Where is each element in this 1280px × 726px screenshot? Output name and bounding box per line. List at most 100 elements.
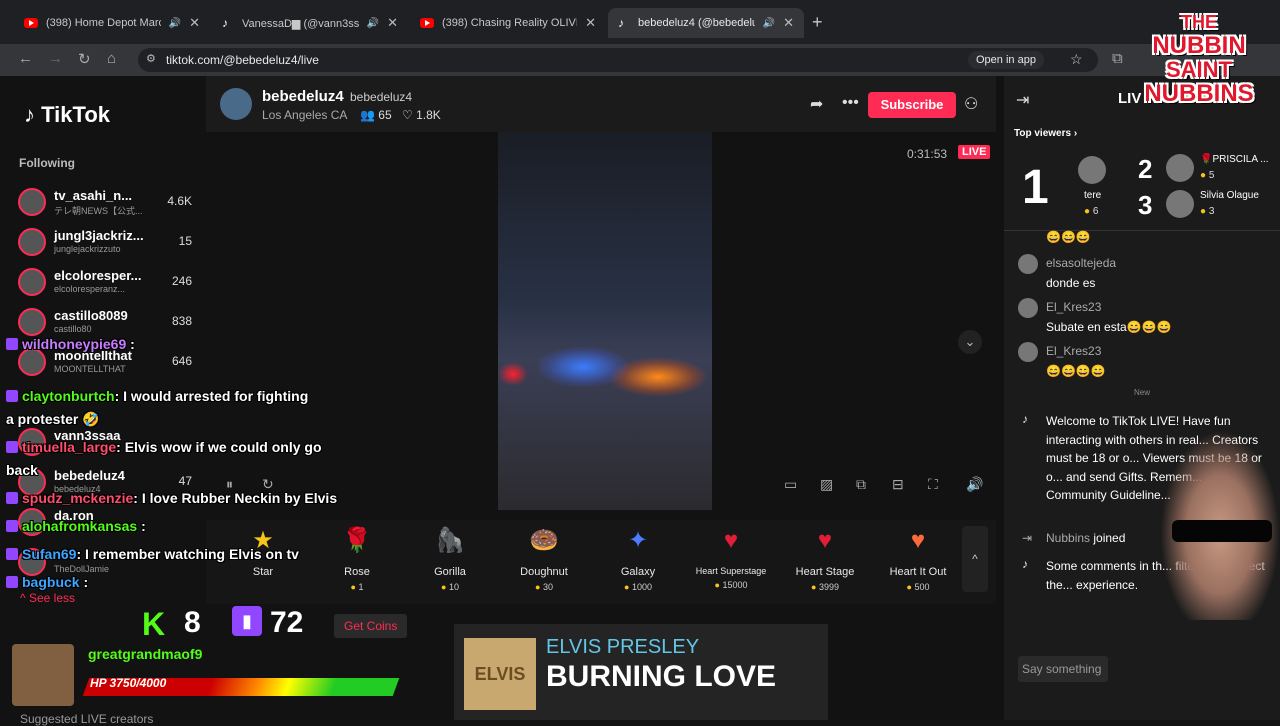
gift-heart-stage[interactable]: ♥ Heart Stage 3999	[780, 524, 870, 592]
message-user[interactable]: El_Kres23	[1046, 300, 1101, 314]
joined-user[interactable]: Nubbins	[1046, 531, 1090, 545]
host-name[interactable]: bebedeluz4	[262, 88, 344, 105]
viewer-count: 4.6K	[167, 194, 192, 208]
gift-name: Rose	[344, 566, 370, 578]
chat-text: :	[83, 574, 89, 590]
sidebar-item-account[interactable]: elcoloresper... elcoloresperanz... 246	[18, 264, 196, 300]
live-video[interactable]	[498, 132, 712, 510]
sidebar-item-account[interactable]: castillo8089 castillo80 838	[18, 304, 196, 340]
chevron-down-icon[interactable]: ⌄	[958, 330, 982, 354]
following-heading: Following	[19, 156, 75, 170]
tab-vanessa[interactable]: ♪ VanessaD▆ (@vann3ssaa_ 🔊 ✕	[212, 8, 408, 38]
stream-timer: 0:31:53	[907, 147, 948, 161]
message-text: 😄😄😄😄	[1046, 364, 1106, 378]
collapse-panel-icon[interactable]: ⇥	[1016, 90, 1029, 110]
like-count: ♡ 1.8K	[402, 108, 441, 122]
chat-user: spudz_mckenzie	[22, 490, 134, 506]
joined-message: Nubbins joined	[1046, 531, 1125, 545]
join-icon: ⇥	[1022, 531, 1033, 545]
kick-viewer-count: 8	[184, 606, 201, 639]
tiktok-icon: ♪	[222, 16, 228, 30]
message-user[interactable]: elsasoltejeda	[1046, 256, 1116, 270]
minimize-icon[interactable]: ⊟	[892, 476, 904, 493]
heart-icon: ♡	[402, 108, 413, 122]
gift-price: 30	[499, 582, 589, 592]
avatar	[18, 308, 46, 336]
gift-gorilla[interactable]: 🦍 Gorilla 10	[405, 524, 495, 592]
gift-galaxy[interactable]: ✦ Galaxy 1000	[593, 524, 683, 592]
chevron-up-icon[interactable]: ^	[962, 526, 988, 592]
rank-number: 1	[1022, 161, 1049, 214]
chat-input[interactable]: Say something	[1018, 656, 1108, 682]
extensions-icon[interactable]: ⧉	[1112, 50, 1123, 67]
reload-icon[interactable]: ↻	[78, 50, 91, 68]
viewer-count: 47	[178, 474, 192, 488]
account-sub: TheDollJamie	[54, 564, 110, 574]
share-icon[interactable]: ➦	[810, 94, 823, 114]
browser-tab-bar: (398) Home Depot March - 🔊 ✕ ♪ VanessaD▆…	[0, 0, 1280, 44]
tab-chasing-reality[interactable]: (398) Chasing Reality OLIVE Lo ✕	[410, 8, 606, 38]
new-tab-button[interactable]: +	[812, 12, 823, 33]
url-field[interactable]: ⚙ tiktok.com/@bebedeluz4/live Open in ap…	[138, 48, 1098, 72]
tab-bebedeluz4[interactable]: ♪ bebedeluz4 (@bebedeluz4 🔊 ✕	[608, 8, 804, 38]
sidebar-item-account[interactable]: tv_asahi_n... テレ朝NEWS【公式... 4.6K	[18, 184, 196, 220]
back-icon[interactable]: ←	[18, 50, 33, 67]
close-tab-icon[interactable]: ✕	[783, 15, 794, 31]
close-tab-icon[interactable]: ✕	[189, 15, 200, 31]
tab-home-depot[interactable]: (398) Home Depot March - 🔊 ✕	[14, 8, 210, 38]
viewer-count: 15	[178, 234, 192, 248]
avatar[interactable]	[1078, 156, 1106, 184]
avatar	[18, 188, 46, 216]
gift-bar: ★Star 🌹Rose1 🦍Gorilla10 🍩Doughnut30 ✦Gal…	[206, 520, 996, 638]
pip-icon[interactable]: ⧉	[856, 476, 866, 493]
close-tab-icon[interactable]: ✕	[585, 15, 596, 31]
sidebar-item-account[interactable]: jungl3jackriz... junglejackrizzuto 15	[18, 224, 196, 260]
gift-heart-superstage[interactable]: ♥ Heart Superstage 15000	[686, 524, 776, 590]
site-info-icon[interactable]: ⚙	[146, 52, 156, 65]
see-less-link[interactable]: ^ See less	[20, 591, 75, 605]
police-light-blue	[538, 347, 628, 387]
speaker-icon[interactable]: 🔊	[367, 18, 379, 29]
get-coins-button[interactable]: Get Coins	[334, 614, 408, 638]
quality-icon[interactable]: ▭	[784, 476, 797, 493]
tiktok-logo[interactable]: ♪ TikTok	[24, 102, 110, 128]
viewer-count: 646	[171, 354, 192, 368]
bookmark-star-icon[interactable]: ☆	[1070, 51, 1083, 68]
message-user[interactable]: El_Kres23	[1046, 344, 1101, 358]
message-text: donde es	[1046, 276, 1096, 290]
gift-rose[interactable]: 🌹 Rose 1	[312, 524, 402, 592]
picture-icon[interactable]: ▨	[820, 476, 833, 493]
album-art: ELVIS	[464, 638, 536, 710]
avatar[interactable]	[1018, 254, 1038, 274]
close-tab-icon[interactable]: ✕	[387, 15, 398, 31]
logo-line: NUBBINS	[1144, 80, 1254, 107]
gamer-avatar	[12, 644, 74, 706]
chat-user: alohafromkansas	[22, 518, 138, 534]
volume-icon[interactable]: 🔊	[966, 476, 983, 493]
stream-header: bebedeluz4 bebedeluz4 Los Angeles CA 👥 6…	[206, 76, 996, 132]
message-text: 😄😄😄	[1046, 230, 1091, 244]
viewer-coins: 5	[1200, 170, 1215, 181]
youtube-icon	[24, 18, 38, 28]
avatar[interactable]	[1018, 298, 1038, 318]
fullscreen-icon[interactable]: ⛶	[928, 476, 938, 493]
top-viewers-link[interactable]: Top viewers ›	[1014, 128, 1077, 139]
open-in-app-button[interactable]: Open in app	[968, 51, 1044, 69]
avatar[interactable]	[1166, 190, 1194, 218]
home-icon[interactable]: ⌂	[107, 50, 116, 67]
gift-doughnut[interactable]: 🍩 Doughnut 30	[499, 524, 589, 592]
logo-line: NUBBIN	[1152, 32, 1246, 59]
gift-heart-it-out[interactable]: ♥ Heart It Out 500	[873, 524, 963, 592]
avatar[interactable]	[1166, 154, 1194, 182]
profile-icon[interactable]: ⚇	[964, 94, 978, 114]
subscribe-button[interactable]: Subscribe	[868, 92, 956, 118]
speaker-icon[interactable]: 🔊	[169, 18, 181, 29]
viewer-count: 246	[171, 274, 192, 288]
speaker-icon[interactable]: 🔊	[763, 18, 775, 29]
avatar[interactable]	[1018, 342, 1038, 362]
twitch-icon	[6, 576, 18, 588]
host-avatar[interactable]	[220, 88, 252, 120]
forward-icon[interactable]: →	[48, 50, 63, 67]
overlay-chat-line: wildhoneypie69 :	[6, 336, 135, 352]
more-icon[interactable]: •••	[842, 94, 859, 112]
